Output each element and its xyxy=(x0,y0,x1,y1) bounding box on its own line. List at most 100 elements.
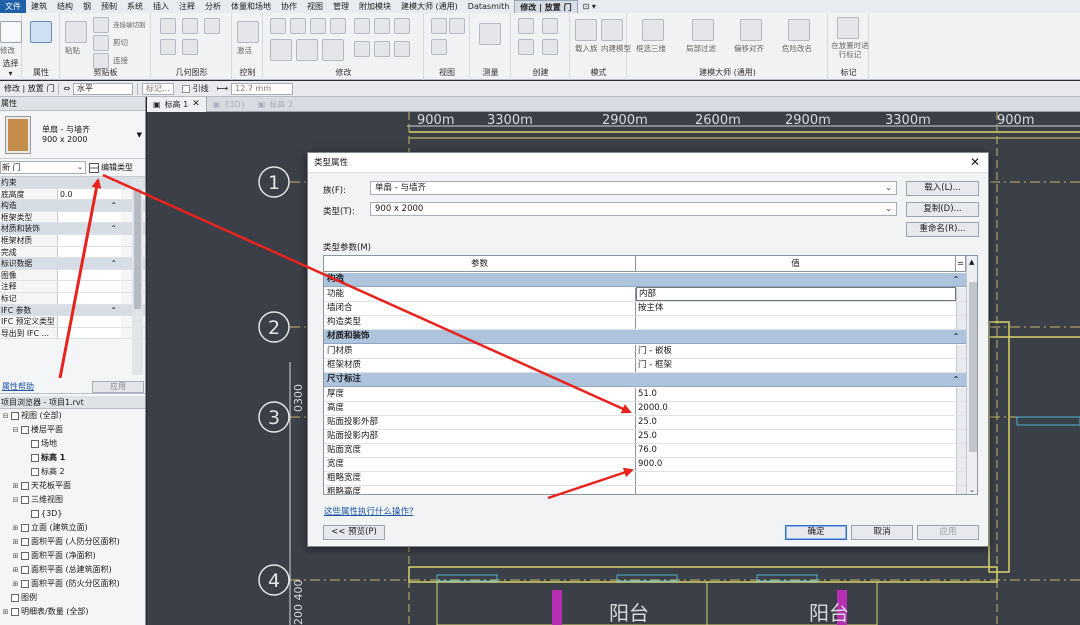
properties-section-header[interactable]: 约束 ⌃ xyxy=(0,177,145,189)
grid-row[interactable]: 高度 2000.0 xyxy=(324,402,966,416)
load-button[interactable]: 载入(L)... xyxy=(906,181,979,196)
menu-tab[interactable]: 注释 xyxy=(174,0,200,13)
apply-button[interactable]: 应用 xyxy=(92,380,144,393)
formula-button[interactable] xyxy=(956,430,966,443)
create-tool-icon[interactable] xyxy=(542,18,558,34)
property-value[interactable] xyxy=(57,316,121,327)
grid-row[interactable]: 门材质门 - 嵌板 xyxy=(324,345,966,359)
create-tool-icon[interactable] xyxy=(518,18,534,34)
scrollbar-thumb[interactable] xyxy=(134,189,141,309)
menu-tab[interactable]: 修改 | 放置 门 xyxy=(514,0,578,13)
collapse-chevron-icon[interactable]: ⌃ xyxy=(946,273,966,286)
parameter-value[interactable] xyxy=(636,316,956,329)
menu-tab[interactable]: 体量和场地 xyxy=(226,0,276,13)
cut-join-icon[interactable] xyxy=(93,17,109,33)
pin-icon[interactable] xyxy=(394,18,410,34)
offset-align-icon[interactable] xyxy=(740,19,762,41)
trim-icon[interactable] xyxy=(374,18,390,34)
browser-node[interactable]: ⊞ 明细表/数量 (全部) xyxy=(0,605,145,619)
cancel-button[interactable]: 取消 xyxy=(851,525,913,540)
property-value[interactable] xyxy=(57,246,121,258)
properties-row[interactable]: 完成 xyxy=(0,246,145,259)
leader-checkbox-box[interactable] xyxy=(181,84,190,93)
grid-section-header[interactable]: 尺寸标注 ⌃ xyxy=(324,373,966,387)
box-3d-icon[interactable] xyxy=(642,19,664,41)
menu-tab[interactable]: 插入 xyxy=(148,0,174,13)
scroll-down-icon[interactable]: ⌄ xyxy=(969,486,975,494)
formula-button[interactable] xyxy=(956,345,966,358)
view-tool-icon[interactable] xyxy=(449,18,465,34)
parameter-value[interactable]: 按主体 xyxy=(636,302,956,315)
duplicate-button[interactable]: 复制(D)... xyxy=(906,202,979,217)
parameter-value[interactable]: 51.0 xyxy=(636,388,956,401)
properties-row[interactable]: 框架材质 xyxy=(0,234,145,247)
browser-node[interactable]: ⊞ 面积平面 (净面积) xyxy=(0,549,145,563)
view-tab[interactable]: ▣ {3D} xyxy=(207,97,252,112)
menu-tab[interactable]: 视图 xyxy=(302,0,328,13)
menu-tab[interactable]: 结构 xyxy=(52,0,78,13)
formula-button[interactable] xyxy=(956,486,966,494)
split-icon[interactable] xyxy=(354,18,370,34)
ok-button[interactable]: 确定 xyxy=(785,525,847,540)
property-value[interactable]: 0.0 xyxy=(57,188,121,200)
grid-section-header[interactable]: 材质和装饰 ⌃ xyxy=(324,330,966,344)
rotate-icon[interactable] xyxy=(322,39,344,61)
browser-node[interactable]: 标高 2 xyxy=(0,465,145,479)
delete-icon[interactable] xyxy=(394,41,410,57)
dialog-apply-button[interactable]: 应用 xyxy=(917,525,979,540)
property-value[interactable] xyxy=(57,281,121,292)
leader-checkbox[interactable]: 引线 xyxy=(178,83,213,94)
formula-button[interactable] xyxy=(956,458,966,471)
property-value[interactable] xyxy=(57,211,121,223)
grid-bubble[interactable]: 1 xyxy=(258,166,290,198)
menu-tab[interactable]: 预制 xyxy=(96,0,122,13)
property-value[interactable] xyxy=(57,327,121,339)
paste-icon[interactable] xyxy=(65,21,87,43)
properties-row[interactable]: 导出到 IFC ... xyxy=(0,327,145,340)
menu-tab[interactable]: 管理 xyxy=(328,0,354,13)
menu-tab[interactable]: 系统 xyxy=(122,0,148,13)
menu-tab[interactable]: 协作 xyxy=(276,0,302,13)
browser-node[interactable]: ⊟ 视图 (全部) xyxy=(0,409,145,423)
formula-button[interactable] xyxy=(956,288,966,301)
type-selector[interactable]: 单扇 - 与墙齐 900 x 2000 ▼ xyxy=(0,111,145,159)
formula-button[interactable] xyxy=(956,416,966,429)
measure-icon[interactable] xyxy=(479,23,501,45)
expand-icon[interactable]: ⊞ xyxy=(2,605,9,619)
formula-button[interactable] xyxy=(956,402,966,415)
create-tool-icon[interactable] xyxy=(542,39,558,55)
parameter-value[interactable]: 76.0 xyxy=(636,444,956,457)
parameter-value[interactable]: 25.0 xyxy=(636,416,956,429)
menu-tab[interactable]: 分析 xyxy=(200,0,226,13)
collapse-chevron-icon[interactable]: ⌃ xyxy=(946,330,966,343)
grid-bubble[interactable]: 3 xyxy=(258,401,290,433)
property-value[interactable] xyxy=(57,234,121,246)
grid-row[interactable]: 宽度 900.0 xyxy=(324,458,966,472)
collapse-chevron-icon[interactable]: ⌃ xyxy=(946,373,966,386)
grid-row[interactable]: 贴面投影外部 25.0 xyxy=(324,416,966,430)
expand-icon[interactable]: ⊞ xyxy=(12,577,19,591)
properties-row[interactable]: 标记 xyxy=(0,292,145,305)
formula-button[interactable] xyxy=(956,316,966,329)
mirror-draw-icon[interactable] xyxy=(330,18,346,34)
formula-button[interactable] xyxy=(956,302,966,315)
rename-icon[interactable] xyxy=(788,19,810,41)
quick-access-icon[interactable]: ⊡ ▾ xyxy=(578,0,601,13)
grid-row[interactable]: 墙闭合 按主体 xyxy=(324,302,966,316)
parameter-value[interactable]: 2000.0 xyxy=(636,402,956,415)
offset-icon[interactable] xyxy=(290,18,306,34)
grid-row[interactable]: 贴面宽度 76.0 xyxy=(324,444,966,458)
scrollbar-thumb[interactable] xyxy=(969,282,977,452)
grid-section-header[interactable]: 构造 ⌃ xyxy=(324,273,966,287)
close-icon[interactable]: ✕ xyxy=(192,97,200,112)
properties-scrollbar[interactable] xyxy=(132,179,143,375)
menu-tab[interactable]: 建模大师 (通用) xyxy=(396,0,463,13)
close-icon[interactable]: ✕ xyxy=(970,156,980,168)
browser-node[interactable]: ⊞ 面积平面 (防火分区面积) xyxy=(0,577,145,591)
in-place-model-icon[interactable] xyxy=(601,19,623,41)
properties-icon[interactable] xyxy=(30,21,52,43)
copy-icon[interactable] xyxy=(296,39,318,61)
menu-tab[interactable]: 钢 xyxy=(78,0,96,13)
collapse-icon[interactable]: ⊟ xyxy=(12,423,19,437)
scale-icon[interactable] xyxy=(374,41,390,57)
